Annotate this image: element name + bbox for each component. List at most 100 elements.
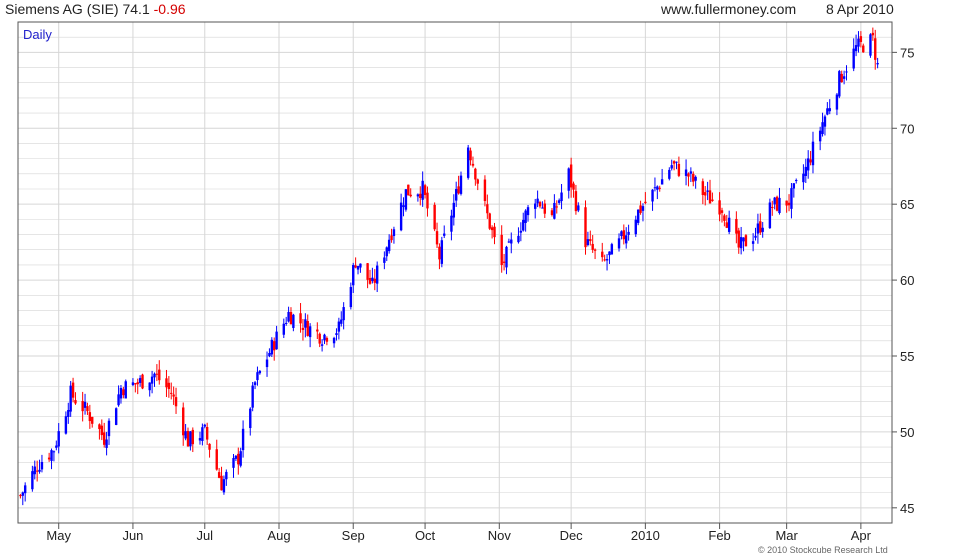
candle-body	[553, 202, 556, 219]
candle-body	[651, 189, 654, 202]
candle-body	[335, 333, 338, 336]
candle-body	[668, 169, 671, 179]
candle-body	[795, 180, 798, 182]
candle-body	[689, 171, 693, 174]
candle-body	[301, 327, 305, 330]
candle-body	[507, 241, 511, 243]
x-tick-label: Oct	[415, 528, 436, 543]
candle-body	[375, 265, 379, 284]
candle-body	[706, 190, 709, 192]
candle-body	[593, 249, 597, 251]
candle-body	[754, 235, 757, 238]
candle-body	[182, 407, 185, 436]
y-tick-label: 45	[900, 501, 914, 516]
candle-body	[208, 443, 211, 450]
y-tick-label: 65	[900, 197, 914, 212]
candle-body	[217, 472, 221, 478]
candle-body	[57, 431, 60, 447]
candle-body	[775, 196, 779, 211]
x-tick-label: Apr	[851, 528, 872, 543]
candle-body	[522, 219, 525, 231]
candle-body	[387, 239, 391, 252]
candle-body	[275, 331, 278, 350]
candle-body	[490, 227, 494, 231]
candle-body	[737, 230, 740, 248]
candle-body	[184, 431, 187, 439]
candle-body	[21, 492, 24, 496]
candle-body	[232, 458, 235, 468]
candle-body	[174, 397, 178, 407]
candle-body	[119, 387, 123, 399]
candle-body	[256, 372, 259, 381]
grid-lines	[18, 21, 892, 524]
candle-body	[318, 333, 321, 344]
candle-body	[234, 455, 238, 459]
candle-body	[560, 192, 563, 202]
y-tick-label: 55	[900, 349, 914, 364]
candle-body	[189, 431, 192, 447]
candle-body	[167, 382, 171, 390]
candle-body	[510, 239, 513, 244]
candle-body	[620, 231, 623, 237]
candle-body	[55, 445, 58, 448]
y-tick-label: 75	[900, 45, 914, 60]
candle-body	[610, 244, 614, 255]
candle-body	[270, 339, 274, 355]
candle-body	[550, 210, 554, 215]
candle-body	[567, 168, 570, 191]
candle-body	[191, 429, 194, 445]
y-tick-label: 70	[900, 121, 914, 136]
y-tick-label: 60	[900, 273, 914, 288]
candle-body	[876, 63, 879, 65]
x-tick-label: Sep	[342, 528, 365, 543]
candle-body	[723, 215, 726, 221]
candle-body	[299, 313, 302, 324]
y-axis: 45 50 55 60 65 70 75	[892, 45, 914, 516]
candle-body	[69, 385, 72, 412]
candle-body	[38, 469, 41, 472]
candle-body	[675, 161, 678, 163]
candle-body	[150, 376, 154, 384]
candle-body	[534, 203, 537, 209]
candle-body	[857, 38, 860, 47]
candle-body	[871, 32, 875, 36]
price-chart: 45 50 55 60 65 70 75 May Jun Jul Aug Sep Oct Nov Dec 2…	[17, 21, 914, 543]
candle-body	[526, 207, 530, 216]
candle-body	[239, 451, 242, 466]
candle-body	[165, 378, 168, 388]
copyright-footer: © 2010 Stockcube Research Ltd	[758, 545, 888, 555]
candle-body	[153, 373, 156, 378]
candle-body	[687, 173, 690, 177]
candle-body	[541, 207, 544, 209]
candle-body	[268, 353, 271, 357]
candle-body	[644, 201, 647, 204]
candle-body	[253, 382, 257, 385]
candle-body	[735, 218, 738, 234]
candle-body	[103, 432, 106, 445]
candle-body	[636, 209, 640, 223]
candle-body	[708, 190, 712, 204]
candle-body	[684, 169, 688, 176]
candle-body	[835, 94, 839, 110]
candle-body	[869, 34, 872, 56]
candle-body	[71, 382, 75, 398]
candle-body	[342, 307, 345, 321]
candle-body	[711, 199, 714, 202]
candle-body	[366, 263, 369, 280]
candle-body	[33, 466, 36, 475]
candle-body	[704, 192, 707, 196]
candle-body	[35, 470, 39, 472]
candle-body	[778, 197, 781, 214]
candle-body	[67, 410, 70, 418]
candle-body	[577, 205, 580, 211]
candle-body	[52, 451, 56, 453]
candle-body	[818, 130, 822, 142]
x-tick-label: May	[46, 528, 71, 543]
candle-body	[88, 412, 92, 422]
candle-body	[325, 337, 329, 342]
candle-body	[660, 179, 664, 185]
candle-body	[407, 184, 410, 196]
candle-body	[771, 206, 774, 208]
candle-body	[584, 207, 587, 248]
candle-body	[751, 241, 755, 244]
